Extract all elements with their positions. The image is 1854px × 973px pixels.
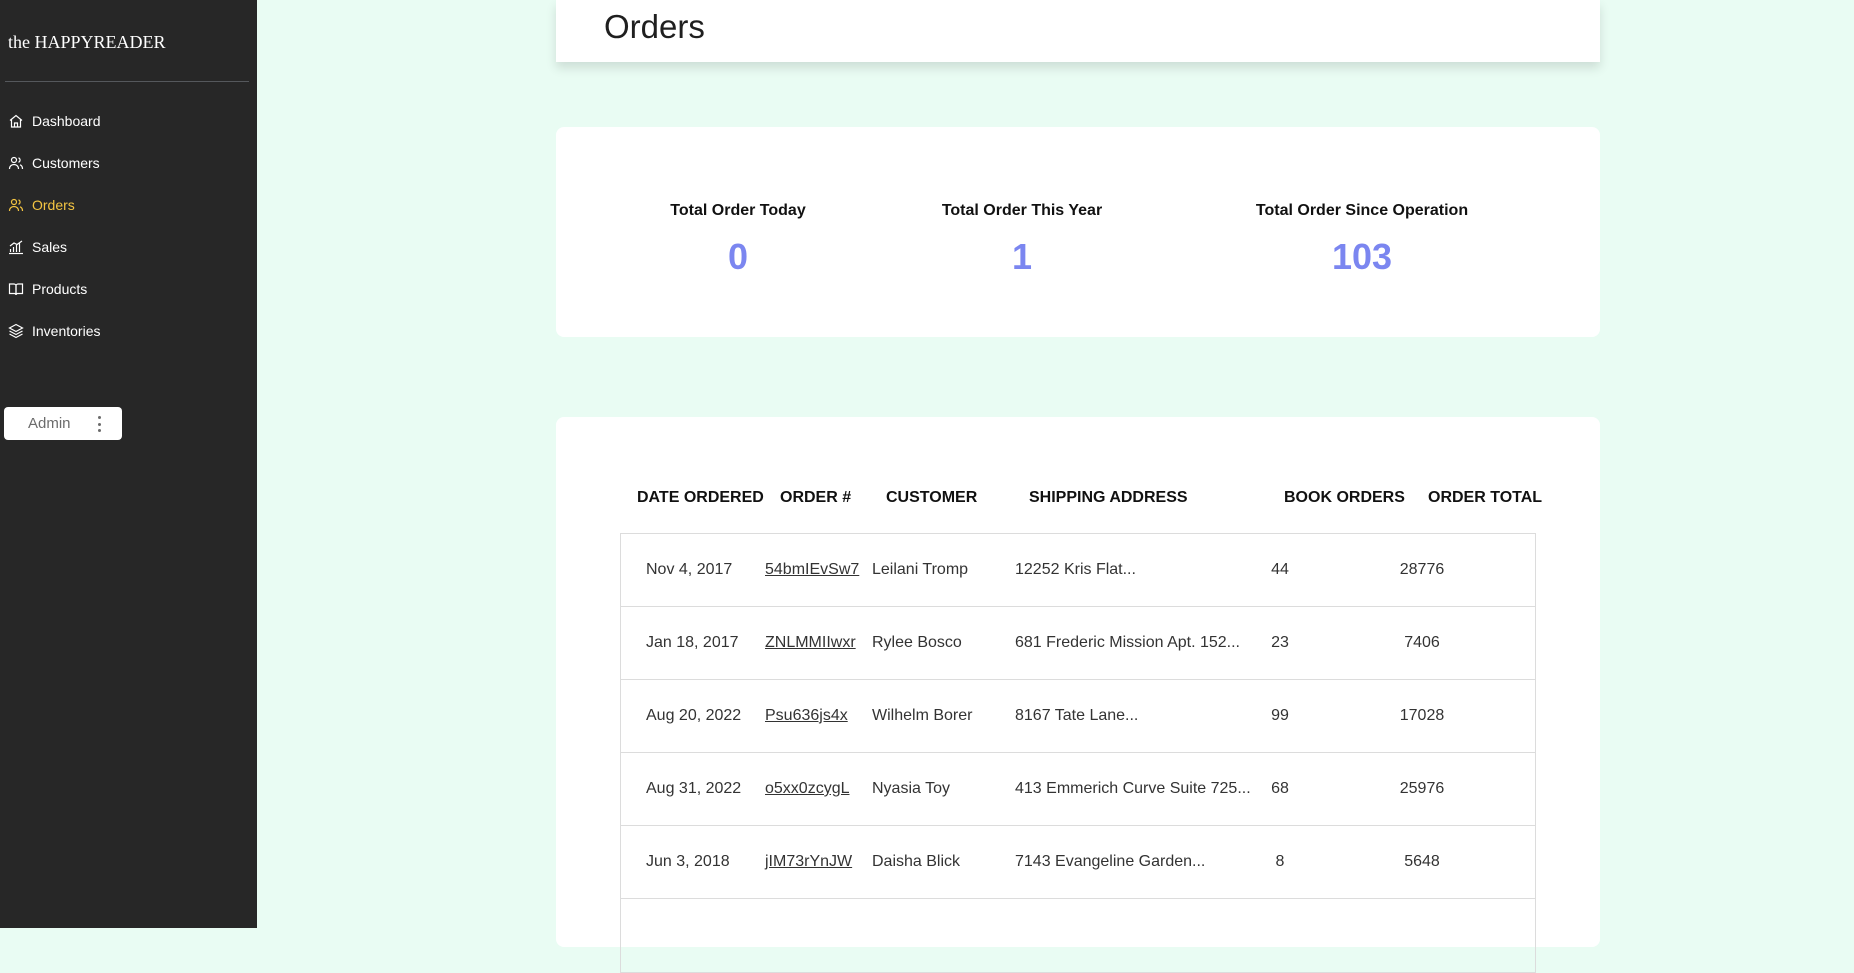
cell-customer: Leilani Tromp <box>872 561 969 578</box>
brand-logo[interactable]: the HAPPYREADER <box>8 32 166 53</box>
stat-label: Total Order Today <box>670 202 806 219</box>
column-header-date: DATE ORDERED <box>637 489 764 506</box>
order-link[interactable]: ZNLMMIIwxr <box>765 634 856 652</box>
sidebar-divider <box>5 81 249 82</box>
sidebar: the HAPPYREADER Dashboard Customers Orde… <box>0 0 257 928</box>
sidebar-item-dashboard[interactable]: Dashboard <box>0 100 257 142</box>
stats-card: Total Order Today 0 Total Order This Yea… <box>556 127 1600 337</box>
cell-date: Nov 4, 2017 <box>646 561 733 578</box>
stat-value: 103 <box>1331 236 1393 277</box>
column-header-book-orders: BOOK ORDERS <box>1284 489 1405 506</box>
table-row[interactable] <box>621 899 1535 972</box>
sidebar-item-orders[interactable]: Orders <box>0 184 257 226</box>
column-header-address: SHIPPING ADDRESS <box>1029 489 1188 506</box>
cell-order-total: 17028 <box>1399 707 1445 724</box>
admin-menu-button[interactable]: Admin <box>4 407 122 440</box>
stat-total-order-since-operation: Total Order Since Operation 103 <box>1256 202 1468 278</box>
order-link[interactable]: jIM73rYnJW <box>765 853 852 871</box>
orders-table: DATE ORDERED ORDER # CUSTOMER SHIPPING A… <box>556 417 1600 973</box>
cell-book-orders: 44 <box>1271 561 1289 578</box>
sidebar-item-label: Orders <box>32 197 75 213</box>
table-body: Nov 4, 2017 54bmIEvSw7 Leilani Tromp 122… <box>620 533 1536 973</box>
cell-address: 8167 Tate Lane... <box>1015 707 1139 724</box>
cell-order-total: 7406 <box>1404 634 1440 651</box>
sidebar-item-label: Inventories <box>32 323 101 339</box>
cell-book-orders: 8 <box>1275 853 1285 870</box>
order-link[interactable]: 54bmIEvSw7 <box>765 561 859 579</box>
sidebar-item-inventories[interactable]: Inventories <box>0 310 257 352</box>
layers-icon <box>8 323 24 339</box>
sidebar-item-customers[interactable]: Customers <box>0 142 257 184</box>
home-icon <box>8 113 24 129</box>
column-header-customer: CUSTOMER <box>886 489 978 506</box>
cell-customer: Daisha Blick <box>872 853 961 870</box>
sidebar-item-label: Customers <box>32 155 100 171</box>
stat-value: 0 <box>727 236 749 277</box>
cell-address: 681 Frederic Mission Apt. 152... <box>1015 634 1240 651</box>
sidebar-item-label: Sales <box>32 239 68 255</box>
cell-book-orders: 23 <box>1271 634 1289 651</box>
stat-label: Total Order Since Operation <box>1255 202 1469 219</box>
cell-date: Jan 18, 2017 <box>646 634 739 651</box>
cell-date: Jun 3, 2018 <box>646 853 730 870</box>
sidebar-nav: Dashboard Customers Orders Sales Product… <box>0 100 257 352</box>
cell-order-total: 28776 <box>1399 561 1445 578</box>
table-row[interactable]: Nov 4, 2017 54bmIEvSw7 Leilani Tromp 122… <box>621 534 1535 607</box>
cell-address: 12252 Kris Flat... <box>1015 561 1136 578</box>
stat-total-order-today: Total Order Today 0 <box>670 202 805 278</box>
order-link[interactable]: o5xx0zcygL <box>765 780 850 798</box>
cell-customer: Nyasia Toy <box>872 780 950 797</box>
cell-customer: Rylee Bosco <box>872 634 962 651</box>
order-link[interactable]: Psu636js4x <box>765 707 848 725</box>
book-icon <box>8 281 24 297</box>
users-icon <box>8 155 24 171</box>
sidebar-item-label: Products <box>32 281 88 297</box>
cell-book-orders: 68 <box>1271 780 1289 797</box>
column-header-order-total: ORDER TOTAL <box>1428 489 1543 506</box>
sidebar-item-products[interactable]: Products <box>0 268 257 310</box>
more-vertical-icon[interactable] <box>98 416 102 432</box>
table-row[interactable]: Jun 3, 2018 jIM73rYnJW Daisha Blick 7143… <box>621 826 1535 899</box>
cell-address: 413 Emmerich Curve Suite 725... <box>1015 780 1251 797</box>
cell-date: Aug 31, 2022 <box>646 780 742 797</box>
table-row[interactable]: Aug 31, 2022 o5xx0zcygL Nyasia Toy 413 E… <box>621 753 1535 826</box>
cell-date: Aug 20, 2022 <box>646 707 742 724</box>
cell-customer: Wilhelm Borer <box>872 707 973 724</box>
users-icon <box>8 197 24 213</box>
cell-address: 7143 Evangeline Garden... <box>1015 853 1206 870</box>
table-row[interactable]: Aug 20, 2022 Psu636js4x Wilhelm Borer 81… <box>621 680 1535 753</box>
page-header: Orders <box>556 0 1600 62</box>
sidebar-item-sales[interactable]: Sales <box>0 226 257 268</box>
admin-label: Admin <box>28 415 71 432</box>
cell-order-total: 5648 <box>1404 853 1440 870</box>
stat-total-order-this-year: Total Order This Year 1 <box>942 202 1102 278</box>
bar-chart-icon <box>8 239 24 255</box>
page-title: Orders <box>604 8 705 45</box>
cell-book-orders: 99 <box>1271 707 1289 724</box>
stat-value: 1 <box>1011 236 1033 277</box>
column-header-order: ORDER # <box>780 489 852 506</box>
stat-label: Total Order This Year <box>941 202 1103 219</box>
table-row[interactable]: Jan 18, 2017 ZNLMMIIwxr Rylee Bosco 681 … <box>621 607 1535 680</box>
cell-order-total: 25976 <box>1399 780 1445 797</box>
sidebar-item-label: Dashboard <box>32 113 101 129</box>
